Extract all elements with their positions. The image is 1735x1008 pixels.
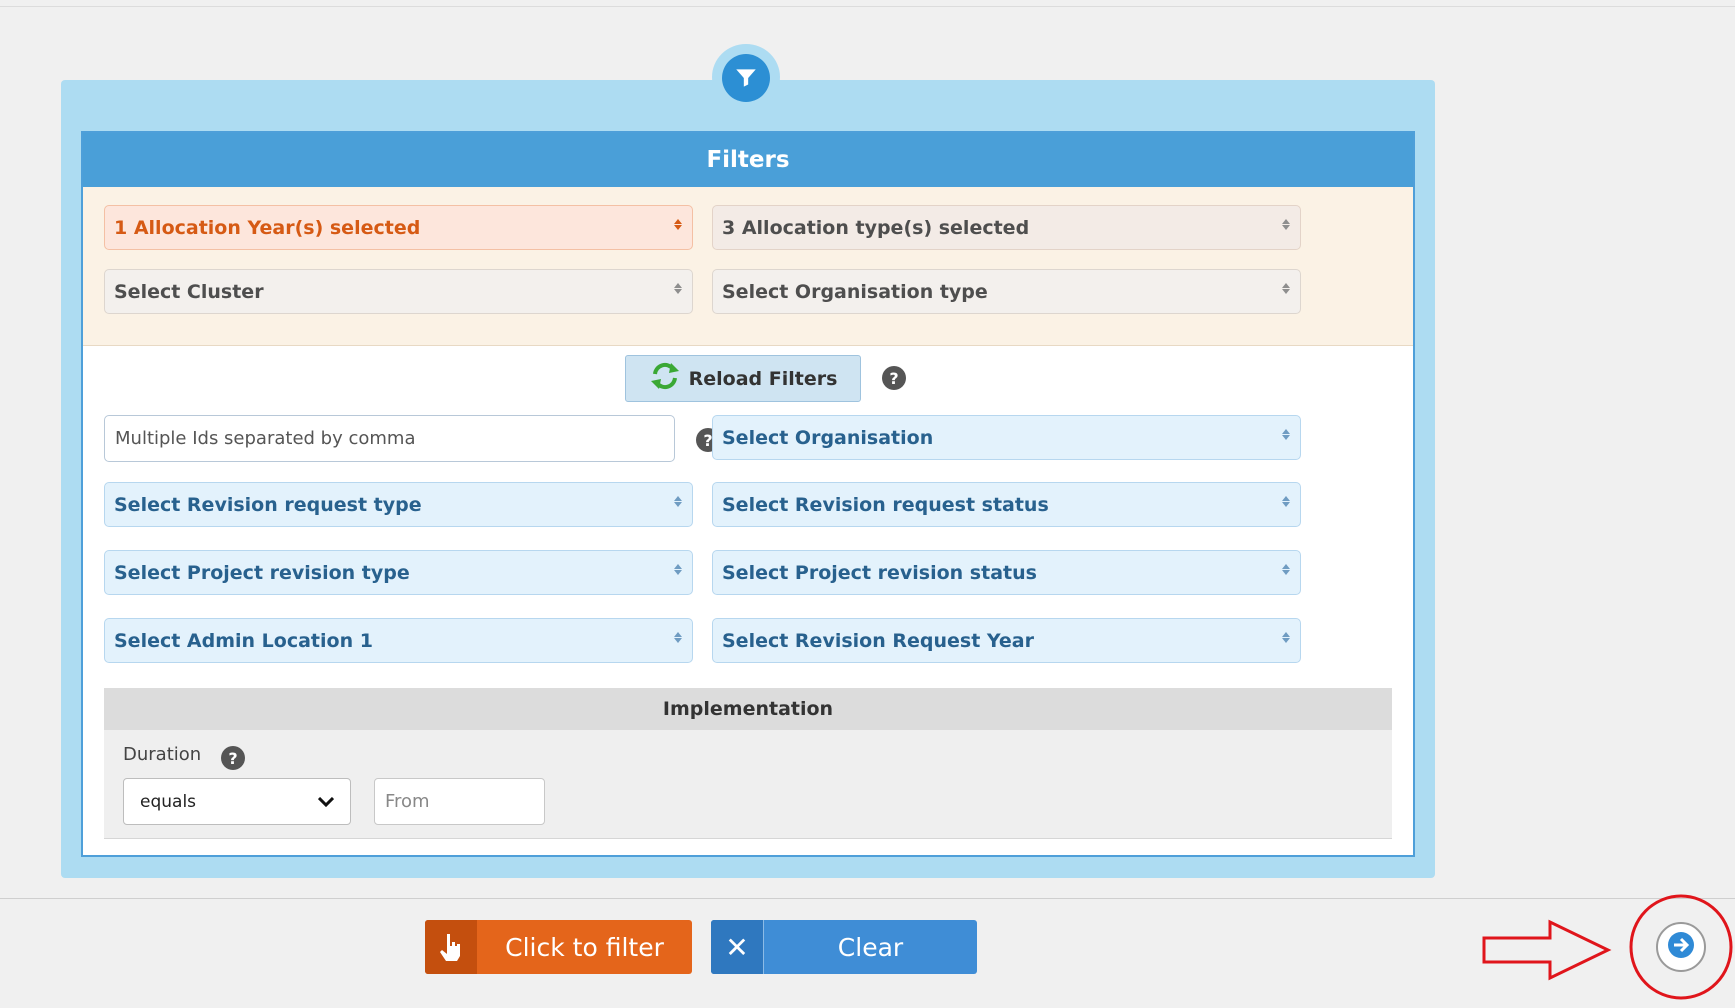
organisation-select[interactable]: Select Organisation: [712, 415, 1301, 460]
sort-caret-icon: [674, 219, 682, 230]
chevron-down-icon: [317, 792, 335, 812]
organisation-type-select[interactable]: Select Organisation type: [712, 269, 1301, 314]
next-page-button[interactable]: [1656, 922, 1706, 972]
project-revision-type-select[interactable]: Select Project revision type: [104, 550, 693, 595]
sort-caret-icon: [674, 496, 682, 507]
sort-caret-icon: [1282, 496, 1290, 507]
hand-pointer-icon: [425, 920, 477, 974]
sort-caret-icon: [1282, 632, 1290, 643]
allocation-year-select[interactable]: 1 Allocation Year(s) selected: [104, 205, 693, 250]
clear-button[interactable]: ✕ Clear: [711, 920, 977, 974]
filters-title: Filters: [83, 133, 1413, 187]
primary-filters: 1 Allocation Year(s) selected 3 Allocati…: [83, 187, 1413, 346]
arrow-right-circle-icon: [1667, 931, 1695, 963]
top-divider: [0, 6, 1735, 7]
duration-label: Duration: [123, 744, 202, 765]
x-icon: ✕: [711, 920, 764, 974]
question-icon[interactable]: ?: [882, 366, 906, 390]
revision-request-type-select[interactable]: Select Revision request type: [104, 482, 693, 527]
refresh-icon: [649, 361, 681, 396]
revision-request-year-select[interactable]: Select Revision Request Year: [712, 618, 1301, 663]
sort-caret-icon: [1282, 429, 1290, 440]
sort-caret-icon: [674, 632, 682, 643]
annotation-arrow: [1482, 919, 1612, 981]
duration-from-input[interactable]: [374, 778, 545, 825]
implementation-title: Implementation: [104, 688, 1392, 730]
filter-badge: [712, 44, 780, 110]
project-revision-status-select[interactable]: Select Project revision status: [712, 550, 1301, 595]
revision-request-status-select[interactable]: Select Revision request status: [712, 482, 1301, 527]
question-icon[interactable]: ?: [221, 746, 245, 770]
ids-input[interactable]: [104, 415, 675, 462]
sort-caret-icon: [1282, 283, 1290, 294]
sort-caret-icon: [674, 564, 682, 575]
sort-caret-icon: [674, 283, 682, 294]
sort-caret-icon: [1282, 564, 1290, 575]
implementation-section: Implementation Duration ? equals: [104, 688, 1392, 839]
funnel-icon: [722, 54, 770, 102]
reload-filters-button[interactable]: Reload Filters: [625, 355, 861, 402]
click-to-filter-button[interactable]: Click to filter: [425, 920, 692, 974]
footer-divider: [0, 898, 1735, 899]
cluster-select[interactable]: Select Cluster: [104, 269, 693, 314]
sort-caret-icon: [1282, 219, 1290, 230]
duration-operator-select[interactable]: equals: [123, 778, 351, 825]
filters-box: Filters 1 Allocation Year(s) selected 3 …: [81, 131, 1415, 857]
admin-location-select[interactable]: Select Admin Location 1: [104, 618, 693, 663]
allocation-type-select[interactable]: 3 Allocation type(s) selected: [712, 205, 1301, 250]
